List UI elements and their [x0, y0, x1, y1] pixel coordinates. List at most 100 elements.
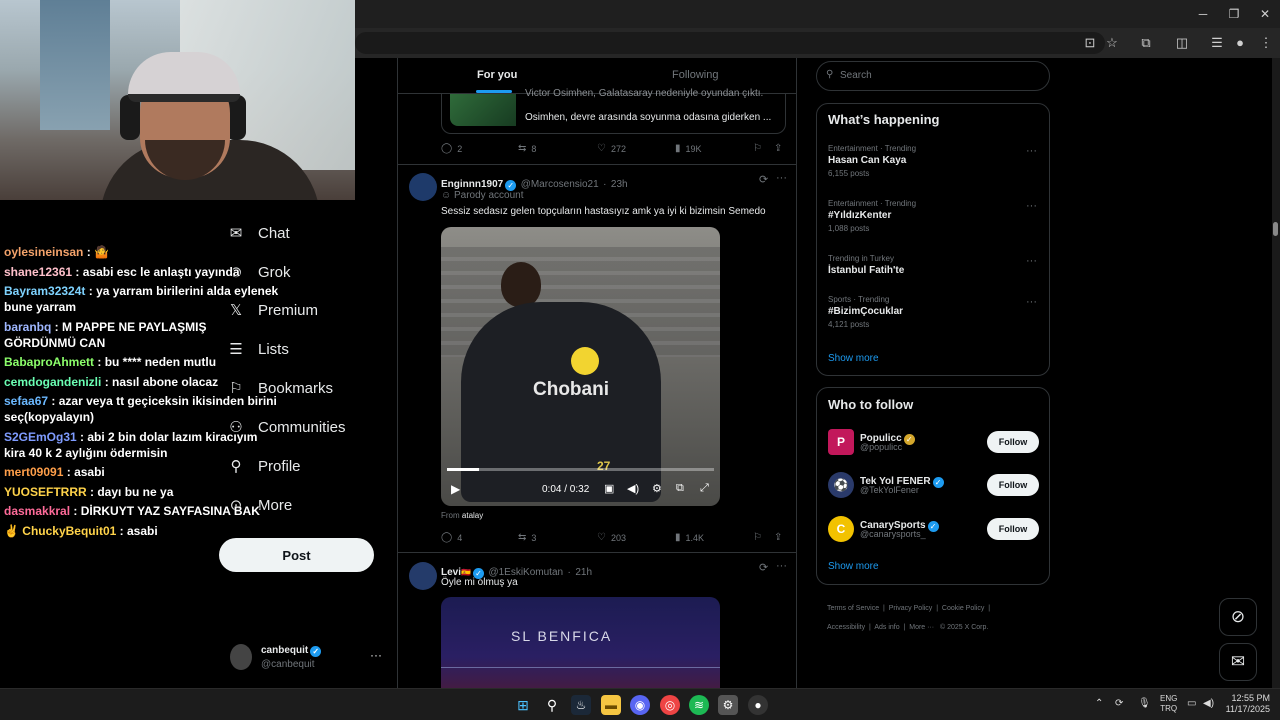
footer-link[interactable]: Ads info — [874, 624, 899, 631]
pip-icon[interactable]: ⧉ — [676, 482, 684, 495]
follow-suggestion[interactable]: C CanarySports ✓ @canarysports_ Follow — [828, 515, 1040, 545]
footer-link[interactable]: Privacy Policy — [889, 605, 933, 612]
verified-badge-icon: ✓ — [927, 521, 939, 532]
more-dots-icon[interactable]: ··· — [1026, 296, 1037, 308]
search-icon[interactable]: ⚲ — [542, 695, 562, 715]
extensions-icon[interactable]: ⧉ — [1136, 33, 1156, 53]
cast-icon[interactable]: ⊡ — [1080, 33, 1100, 53]
more-dots-icon[interactable]: ··· — [776, 560, 787, 572]
tweet-handle[interactable]: @Marcosensio21 — [521, 179, 599, 190]
account-name: canbequit — [261, 645, 309, 656]
tray-sync-icon[interactable]: ⟳ — [1115, 698, 1123, 709]
post-button[interactable]: Post — [219, 538, 374, 572]
footer-link[interactable]: Accessibility — [827, 624, 865, 631]
file-explorer-icon[interactable]: ▬ — [601, 695, 621, 715]
search-input[interactable]: Search — [840, 70, 872, 81]
fullscreen-icon[interactable]: ⤢ — [700, 482, 709, 495]
video-time: 0:04 / 0:32 — [542, 484, 590, 495]
avatar[interactable] — [409, 173, 437, 201]
follow-button[interactable]: Follow — [987, 474, 1039, 496]
app-icon[interactable]: ● — [748, 695, 768, 715]
steam-icon[interactable]: ♨ — [571, 695, 591, 715]
more-dots-icon[interactable]: ··· — [1026, 255, 1037, 267]
views-button[interactable]: ▮ 1.4K — [675, 532, 704, 543]
grok-fab-icon[interactable]: ⊘ — [1219, 598, 1257, 636]
share-button[interactable]: ⇪ — [774, 532, 787, 543]
tweet-author-name[interactable]: Enginnn1907 — [441, 179, 503, 190]
volume-icon[interactable]: ◀) — [1203, 698, 1214, 709]
microphone-icon[interactable]: 🎙 — [1138, 698, 1151, 709]
close-icon[interactable]: ✕ — [1250, 4, 1280, 24]
bookmark-button[interactable]: ⚐ — [753, 532, 767, 543]
settings-icon[interactable]: ⚙ — [652, 482, 662, 495]
trend-item[interactable]: Sports · Trending #BizimÇocuklar 4,121 p… — [828, 295, 1038, 329]
split-view-icon[interactable]: ◫ — [1172, 33, 1192, 53]
tweet-image[interactable]: SL BENFICA — [441, 597, 720, 688]
like-button[interactable]: ♡ 272 — [597, 143, 626, 154]
maximize-icon[interactable]: ❐ — [1219, 4, 1249, 24]
bookmark-button[interactable]: ⚐ — [753, 143, 767, 154]
reading-list-icon[interactable]: ☰ — [1207, 33, 1227, 53]
chrome-icon[interactable]: ◎ — [660, 695, 680, 715]
footer-link[interactable]: More ··· — [909, 624, 934, 631]
trend-item[interactable]: Trending in Turkey İstanbul Fatih'te — [828, 254, 1038, 276]
share-button[interactable]: ⇪ — [774, 143, 787, 154]
settings-icon[interactable]: ⚙ — [718, 695, 738, 715]
follow-button[interactable]: Follow — [987, 431, 1039, 453]
tab-for-you[interactable]: For you — [477, 69, 517, 81]
grok-icon[interactable]: ⟳ — [759, 173, 768, 186]
search-bar[interactable]: ⚲ Search — [816, 61, 1050, 91]
repost-button[interactable]: ⇆ 3 — [518, 532, 536, 543]
more-dots-icon[interactable]: ··· — [776, 172, 787, 184]
who-to-follow-show-more[interactable]: Show more — [828, 561, 879, 572]
follow-suggestion[interactable]: P Populicc ✓ @populicc Follow — [828, 428, 1040, 458]
more-dots-icon[interactable]: ··· — [370, 648, 382, 662]
profile-avatar-icon[interactable]: ● — [1230, 33, 1250, 53]
video-player[interactable]: Chobani 27 ▶ 0:04 / 0:32 ▣ ◀) ⚙ ⧉ ⤢ — [441, 227, 720, 506]
views-button[interactable]: ▮ 19K — [675, 143, 702, 154]
trending-show-more[interactable]: Show more — [828, 353, 879, 364]
tweet-time[interactable]: 23h — [611, 179, 628, 190]
discord-icon[interactable]: ◉ — [630, 695, 650, 715]
address-bar[interactable] — [355, 32, 1105, 54]
more-dots-icon[interactable]: ··· — [1026, 200, 1037, 212]
minimize-icon[interactable]: ─ — [1188, 4, 1218, 24]
footer-link[interactable]: Cookie Policy — [942, 605, 984, 612]
star-icon[interactable]: ☆ — [1102, 33, 1122, 53]
volume-icon[interactable]: ◀) — [627, 482, 639, 495]
webcam-overlay — [0, 0, 355, 200]
footer-link[interactable]: Terms of Service — [827, 605, 879, 612]
video-progress[interactable] — [447, 468, 714, 471]
network-icon[interactable]: ▭ — [1187, 698, 1196, 709]
follow-suggestion[interactable]: ⚽ Tek Yol FENER ✓ @TekYolFener Follow — [828, 471, 1040, 501]
browser-menu-icon[interactable]: ⋮ — [1256, 33, 1276, 53]
tray-chevron-icon[interactable]: ⌃ — [1095, 698, 1103, 709]
repost-button[interactable]: ⇆ 8 — [518, 143, 536, 154]
trend-item[interactable]: Entertainment · Trending #YıldızKenter 1… — [828, 199, 1038, 233]
clock[interactable]: 12:55 PM 11/17/2025 — [1222, 693, 1270, 715]
reply-button[interactable]: ◯ 2 — [441, 143, 462, 154]
chat-username: baranbq — [4, 319, 52, 334]
scrollbar-thumb[interactable] — [1273, 222, 1278, 236]
windows-start-icon[interactable]: ⊞ — [513, 695, 533, 715]
spotify-icon[interactable]: ≋ — [689, 695, 709, 715]
tweet-time[interactable]: 21h — [575, 567, 592, 578]
trend-item[interactable]: Entertainment · Trending Hasan Can Kaya … — [828, 144, 1038, 178]
tab-following[interactable]: Following — [672, 69, 718, 81]
like-button[interactable]: ♡ 203 — [597, 532, 626, 543]
avatar[interactable] — [409, 562, 437, 590]
messages-fab-icon[interactable]: ✉ — [1219, 643, 1257, 681]
nav-chat[interactable]: ✉ Chat — [226, 222, 290, 244]
play-icon[interactable]: ▶ — [451, 482, 460, 496]
chat-text: dayı bu ne ya — [97, 484, 174, 499]
grok-icon[interactable]: ⟳ — [759, 561, 768, 574]
reply-button[interactable]: ◯ 4 — [441, 532, 462, 543]
language-indicator[interactable]: ENG TRQ — [1160, 694, 1177, 714]
page-scrollbar[interactable] — [1272, 58, 1280, 688]
chat-text: DİRKUYT YAZ SAYFASINA BAK — [80, 504, 260, 518]
account-switcher[interactable]: canbequit ✓ @canbequit ··· — [230, 644, 390, 674]
more-dots-icon[interactable]: ··· — [1026, 145, 1037, 157]
follow-button[interactable]: Follow — [987, 518, 1039, 540]
captions-icon[interactable]: ▣ — [604, 482, 614, 495]
link-card[interactable]: Victor Osimhen, Galatasaray nedeniyle oy… — [441, 88, 786, 134]
